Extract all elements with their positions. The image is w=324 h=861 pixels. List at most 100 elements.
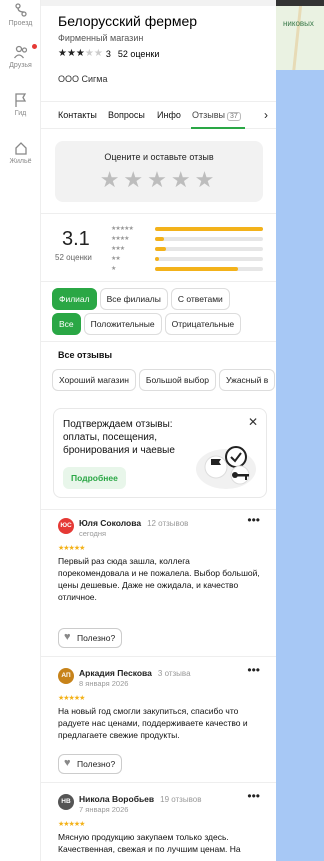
rate-caption: Оцените и оставьте отзыв (104, 152, 214, 162)
distribution-bar (155, 267, 263, 271)
rail-label: Жильё (9, 158, 32, 165)
tab-bar: Контакты Вопросы Инфо Отзывы 37 › (41, 101, 276, 129)
tab-reviews-count: 37 (226, 112, 241, 121)
divider (41, 341, 276, 342)
place-org: ООО Сигма (58, 74, 108, 84)
more-menu-icon[interactable]: ••• (247, 789, 260, 803)
rail-item-route[interactable]: Проезд (0, 2, 41, 27)
avatar[interactable]: АП (58, 668, 74, 684)
tab-reviews-label: Отзывы (192, 110, 225, 120)
friends-icon (13, 45, 27, 59)
divider (41, 656, 276, 657)
place-category: Фирменный магазин (58, 33, 144, 43)
more-menu-icon[interactable]: ••• (247, 513, 260, 527)
distribution-row: ★★ (111, 255, 266, 265)
tab-info[interactable]: Инфо (157, 110, 181, 120)
left-rail: Проезд Друзья Гид Жильё (0, 0, 41, 861)
aspect-chips: Хороший магазин Большой выбор Ужасный в (52, 369, 276, 391)
map-label: никовых (283, 19, 314, 28)
reviewer-name-text: Никола Воробьев (79, 794, 155, 804)
average-score: 3.1 (62, 228, 90, 250)
rate-box: Оцените и оставьте отзыв ★★★★★ (55, 141, 263, 202)
tab-contacts[interactable]: Контакты (58, 110, 97, 120)
useful-button[interactable]: ♥ Полезно? (58, 754, 123, 774)
distribution-stars: ★★★★★ (111, 226, 134, 232)
reviewer-review-count: 12 отзывов (147, 519, 189, 528)
filter-with-replies[interactable]: С ответами (170, 288, 230, 310)
distribution-bar-fill (155, 237, 164, 241)
distribution-stars: ★★★★ (111, 236, 129, 242)
promo-text: Подтверждаем отзывы: оплаты, посещения, … (63, 419, 175, 456)
notification-dot (32, 44, 37, 49)
filter-all[interactable]: Все (52, 313, 81, 335)
avatar[interactable]: НВ (58, 794, 74, 810)
distribution-stars: ★ (111, 266, 116, 272)
chevron-right-icon[interactable]: › (264, 108, 268, 122)
review-item: АП Аркадия Пескова 3 отзыва 8 января 2026… (41, 663, 276, 778)
distribution-row: ★★★ (111, 245, 266, 255)
rating-stars: ★★★★★ (58, 48, 103, 59)
filter-all-branches[interactable]: Все филиалы (99, 288, 168, 310)
tab-questions[interactable]: Вопросы (108, 110, 145, 120)
aspect-chip[interactable]: Хороший магазин (52, 369, 136, 391)
all-reviews-heading: Все отзывы (58, 350, 113, 360)
reviewer-name[interactable]: Никола Воробьев 19 отзывов (79, 794, 201, 804)
distribution-stars: ★★★ (111, 246, 125, 252)
route-icon (14, 3, 27, 17)
review-text: На новый год смогли закупиться, спасибо … (58, 706, 248, 740)
more-menu-icon[interactable]: ••• (247, 663, 260, 677)
rating-distribution: ★★★★★ ★★★★ ★★★ ★★ ★ (111, 225, 266, 275)
review-date: сегодня (79, 529, 107, 538)
distribution-row: ★★★★ (111, 235, 266, 245)
review-item: ЮС Юля Соколова 12 отзывов сегодня ••• ★★… (41, 513, 276, 648)
divider (41, 281, 276, 282)
review-stars: ★★★★★ (58, 695, 85, 702)
filter-branch[interactable]: Филиал (52, 288, 97, 310)
rail-item-housing[interactable]: Жильё (0, 140, 41, 165)
divider (41, 782, 276, 783)
panel-handle[interactable] (41, 0, 276, 6)
map-topbar (276, 0, 324, 6)
verification-illustration (196, 446, 256, 489)
review-text: Первый раз сюда зашла, коллега порекомен… (58, 556, 260, 602)
aspect-chip[interactable]: Большой выбор (138, 369, 217, 391)
branch-filters: Филиал Все филиалы С ответами (52, 288, 230, 310)
close-icon[interactable]: ✕ (248, 415, 258, 429)
place-rating[interactable]: ★★★★★ 3 52 оценки (58, 48, 159, 59)
useful-label: Полезно? (77, 759, 116, 769)
distribution-stars: ★★ (111, 256, 121, 262)
distribution-bar-fill (155, 257, 160, 261)
promo-more-button[interactable]: Подробнее (63, 467, 126, 489)
rail-label: Гид (14, 110, 27, 117)
score-count: 52 оценки (55, 253, 92, 262)
useful-button[interactable]: ♥ Полезно? (58, 628, 123, 648)
avatar[interactable]: ЮС (58, 518, 74, 534)
reviewer-review-count: 19 отзывов (160, 795, 202, 804)
reviewer-name[interactable]: Аркадия Пескова 3 отзыва (79, 668, 191, 678)
rail-item-friends[interactable]: Друзья (0, 44, 41, 69)
active-tab-indicator (191, 127, 245, 129)
divider (41, 509, 276, 510)
place-panel: Белорусский фермер Фирменный магазин ★★★… (41, 0, 276, 861)
useful-label: Полезно? (77, 633, 116, 643)
flag-icon (14, 93, 26, 107)
distribution-bar-fill (155, 227, 263, 231)
divider (41, 213, 276, 214)
rate-stars-input[interactable]: ★★★★★ (55, 167, 263, 193)
map-view[interactable]: никовых (276, 0, 324, 861)
reviewer-name[interactable]: Юля Соколова 12 отзывов (79, 518, 188, 528)
review-text: Мясную продукцию закупаем только здесь. … (58, 832, 241, 854)
distribution-bar (155, 227, 263, 231)
filter-positive[interactable]: Положительные (83, 313, 162, 335)
aspect-chip[interactable]: Ужасный в (219, 369, 276, 391)
reviewer-name-text: Юля Соколова (79, 518, 142, 528)
distribution-row: ★ (111, 265, 266, 275)
filter-negative[interactable]: Отрицательные (164, 313, 242, 335)
reviewer-review-count: 3 отзыва (157, 669, 191, 678)
rail-item-guide[interactable]: Гид (0, 92, 41, 117)
review-date: 8 января 2026 (79, 679, 129, 688)
distribution-bar-fill (155, 247, 166, 251)
tab-reviews[interactable]: Отзывы 37 (192, 110, 241, 121)
house-icon (14, 142, 27, 155)
heart-icon: ♥ (64, 757, 71, 769)
